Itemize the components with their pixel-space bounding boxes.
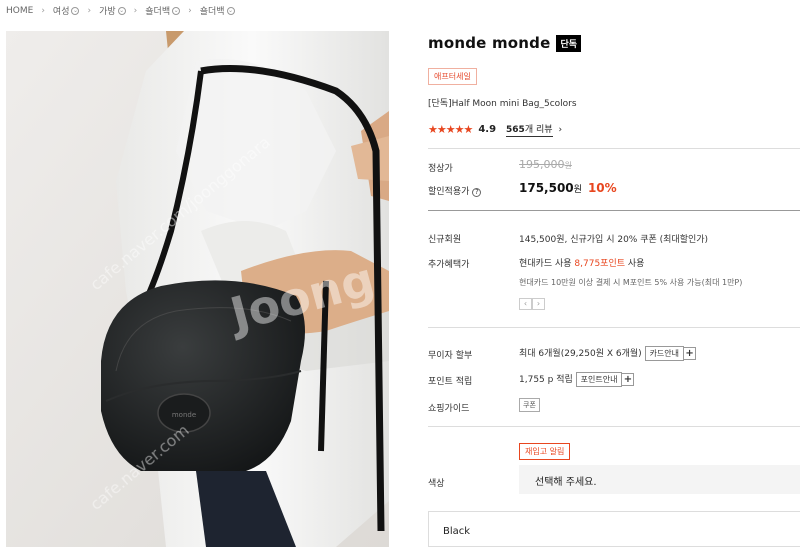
svg-text:monde: monde: [172, 411, 196, 419]
product-image[interactable]: monde Joong cafe.naver.com/joonggonara c…: [6, 31, 389, 547]
discount-price-label: 할인적용가?: [428, 184, 482, 197]
new-member-benefit: 145,500원, 신규가입 시 20% 쿠폰 (최대할인가): [519, 235, 709, 245]
exclusive-badge: 단독: [556, 34, 582, 52]
breadcrumb-label: HOME: [6, 5, 34, 16]
points-info-button[interactable]: 포인트안내: [575, 372, 623, 387]
chevron-right-icon: ›: [41, 5, 45, 16]
installment-label: 무이자 할부: [428, 351, 473, 361]
extra-benefit-suffix: 사용: [625, 259, 645, 269]
breadcrumb: HOME › 여성 ⌄ › 가방 ⌄ › 숄더백 ⌄ › 숄더백 ⌄: [6, 4, 235, 17]
regular-price: 195,000원: [519, 158, 572, 171]
new-member-label: 신규회원: [428, 235, 462, 245]
brand-heading: monde monde 단독: [428, 34, 582, 52]
extra-benefit-label: 추가혜택가: [428, 260, 470, 270]
chevron-down-icon[interactable]: ⌄: [172, 6, 181, 15]
chevron-right-icon: ›: [87, 5, 92, 16]
product-info-panel: monde monde 단독 애프터세일 [단독]Half Moon mini …: [428, 0, 800, 547]
breadcrumb-women[interactable]: 여성 ⌄: [53, 4, 80, 17]
chevron-down-icon[interactable]: ⌄: [226, 6, 235, 15]
chevron-right-icon: ›: [133, 5, 138, 16]
extra-benefit: 현대카드 사용 8,775포인트 사용: [519, 256, 644, 269]
extra-benefit-prefix: 현대카드 사용: [519, 259, 575, 269]
review-count: 565: [506, 125, 525, 135]
sale-price-value: 175,500: [519, 181, 574, 195]
installment-text: 최대 6개월(29,250원 X 6개월): [519, 349, 642, 359]
review-link[interactable]: 565개 리뷰: [506, 122, 553, 137]
points-text: 1,755 p 적립: [519, 375, 573, 385]
review-suffix: 개 리뷰: [524, 125, 553, 135]
installment-info: 최대 6개월(29,250원 X 6개월) 카드안내 +: [519, 346, 697, 361]
restock-alert-button[interactable]: 재입고 알림: [519, 443, 571, 460]
sale-price-unit: 원: [573, 185, 582, 195]
regular-price-unit: 원: [564, 161, 572, 170]
help-icon[interactable]: ?: [472, 188, 482, 197]
chevron-right-icon: ›: [188, 5, 192, 16]
plus-icon[interactable]: +: [621, 373, 635, 386]
benefit-pager: ‹ ›: [519, 298, 545, 310]
color-option-black[interactable]: Black: [428, 511, 800, 547]
points-info: 1,755 p 적립 포인트안내 +: [519, 372, 635, 387]
divider: [428, 426, 800, 427]
divider: [428, 148, 800, 149]
sale-price: 175,500원 10%: [519, 181, 617, 195]
product-photo-illustration: monde Joong cafe.naver.com/joonggonara c…: [6, 31, 389, 547]
discount-percent: 10%: [587, 181, 617, 195]
regular-price-value: 195,000: [519, 158, 565, 171]
extra-benefit-points: 8,775포인트: [574, 259, 626, 269]
divider: [428, 210, 800, 211]
discount-label-text: 할인적용가: [428, 187, 470, 197]
chevron-down-icon[interactable]: ⌄: [71, 6, 80, 15]
breadcrumb-label: 여성: [52, 7, 70, 17]
regular-price-label: 정상가: [428, 164, 453, 174]
chevron-right-icon[interactable]: ›: [532, 298, 545, 310]
shopping-guide: 쿠폰: [519, 398, 540, 412]
breadcrumb-label: 가방: [99, 7, 116, 17]
rating-row: ★★★★★ 4.9 565개 리뷰 ›: [428, 122, 562, 137]
after-sale-tag: 애프터세일: [428, 68, 477, 85]
breadcrumb-label: 숄더백: [199, 7, 225, 17]
card-info-button[interactable]: 카드안내: [644, 346, 685, 361]
rating-score: 4.9: [478, 124, 497, 135]
breadcrumb-shoulder-bag-sub[interactable]: 숄더백 ⌄: [200, 4, 235, 17]
breadcrumb-home[interactable]: HOME: [6, 6, 33, 16]
plus-icon[interactable]: +: [683, 347, 697, 360]
star-rating-icon: ★★★★★: [428, 123, 473, 136]
shopping-guide-label: 쇼핑가이드: [428, 404, 470, 414]
chevron-left-icon[interactable]: ‹: [519, 298, 532, 310]
divider: [428, 327, 800, 328]
chevron-down-icon[interactable]: ⌄: [117, 6, 126, 15]
color-select[interactable]: 선택해 주세요.: [519, 465, 800, 494]
breadcrumb-bags[interactable]: 가방 ⌄: [99, 4, 126, 17]
extra-benefit-note: 현대카드 10만원 이상 결제 시 M포인트 5% 사용 가능(최대 1만P): [519, 278, 743, 287]
color-label: 색상: [428, 479, 445, 489]
chevron-right-icon[interactable]: ›: [559, 125, 563, 135]
breadcrumb-label: 숄더백: [145, 7, 171, 17]
brand-name[interactable]: monde monde: [428, 34, 550, 52]
coupon-button[interactable]: 쿠폰: [519, 398, 540, 412]
product-title: [단독]Half Moon mini Bag_5colors: [428, 99, 577, 109]
breadcrumb-shoulder-bag[interactable]: 숄더백 ⌄: [145, 4, 181, 17]
points-label: 포인트 적립: [428, 377, 473, 387]
